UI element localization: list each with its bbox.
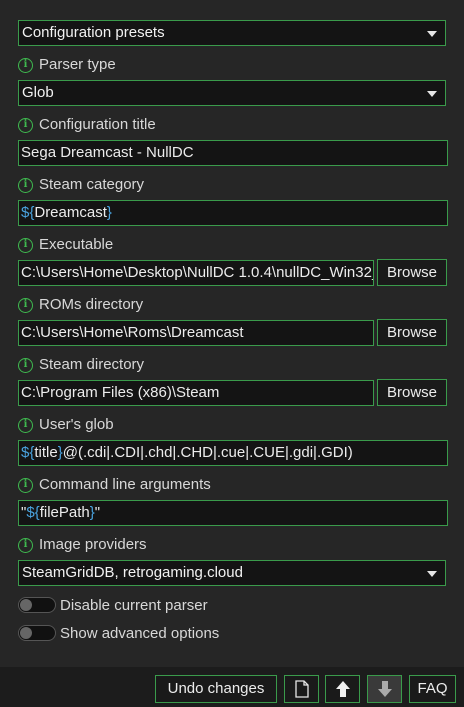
advanced-options-label: Show advanced options <box>60 624 220 642</box>
roms-directory-browse-button[interactable]: Browse <box>377 319 447 346</box>
move-up-button[interactable] <box>325 675 360 703</box>
roms-directory-input[interactable]: C:\Users\Home\Roms\Dreamcast <box>18 320 374 346</box>
variable-name: filePath <box>39 504 90 521</box>
command-line-arguments-label: Command line arguments <box>39 476 211 493</box>
info-icon[interactable]: i <box>18 117 33 133</box>
advanced-options-toggle[interactable] <box>18 625 56 641</box>
disable-parser-toggle[interactable] <box>18 597 56 613</box>
undo-changes-button[interactable]: Undo changes <box>155 675 277 703</box>
steam-category-input[interactable]: ${Dreamcast} <box>18 200 448 226</box>
roms-directory-label-row: i ROMs directory <box>18 295 143 315</box>
glob-pattern: @(.cdi|.CDI|.chd|.CHD|.cue|.CUE|.gdi|.GD… <box>62 444 353 461</box>
executable-browse-button[interactable]: Browse <box>377 259 447 286</box>
configuration-title-input[interactable]: Sega Dreamcast - NullDC <box>18 140 448 166</box>
info-icon[interactable]: i <box>18 477 33 493</box>
variable-open: ${ <box>26 504 40 521</box>
image-providers-label: Image providers <box>39 536 147 553</box>
chevron-down-icon <box>427 571 437 577</box>
copy-button[interactable] <box>284 675 319 703</box>
steam-directory-value: C:\Program Files (x86)\Steam <box>21 384 220 401</box>
info-icon[interactable]: i <box>18 297 33 313</box>
parser-type-label-row: i Parser type <box>18 55 116 75</box>
steam-category-label: Steam category <box>39 176 145 193</box>
info-icon[interactable]: i <box>18 237 33 253</box>
document-icon <box>294 680 309 698</box>
users-glob-label: User's glob <box>39 416 114 433</box>
variable-name: title <box>34 444 58 461</box>
disable-parser-label: Disable current parser <box>60 596 208 614</box>
advanced-options-row: Show advanced options <box>18 623 219 643</box>
chevron-down-icon <box>427 31 437 37</box>
image-providers-label-row: i Image providers <box>18 535 147 555</box>
arrow-up-icon <box>335 681 350 697</box>
steam-category-label-row: i Steam category <box>18 175 144 195</box>
variable-open: ${ <box>21 444 35 461</box>
executable-input[interactable]: C:\Users\Home\Desktop\NullDC 1.0.4\nullD… <box>18 260 374 286</box>
roms-directory-value: C:\Users\Home\Roms\Dreamcast <box>21 324 244 341</box>
disable-parser-row: Disable current parser <box>18 595 208 615</box>
steam-directory-browse-button[interactable]: Browse <box>377 379 447 406</box>
parser-type-select[interactable]: Glob <box>18 80 446 106</box>
quote-close: " <box>94 504 101 521</box>
variable-open: ${ <box>21 204 35 221</box>
executable-value: C:\Users\Home\Desktop\NullDC 1.0.4\nullD… <box>21 264 374 281</box>
users-glob-input[interactable]: ${title}@(.cdi|.CDI|.chd|.CHD|.cue|.CUE|… <box>18 440 448 466</box>
roms-directory-label: ROMs directory <box>39 296 144 313</box>
parser-type-value: Glob <box>22 84 54 101</box>
configuration-title-value: Sega Dreamcast - NullDC <box>21 144 194 161</box>
info-icon[interactable]: i <box>18 417 33 433</box>
arrow-down-icon <box>377 681 392 697</box>
image-providers-select[interactable]: SteamGridDB, retrogaming.cloud <box>18 560 446 586</box>
info-icon[interactable]: i <box>18 537 33 553</box>
steam-directory-input[interactable]: C:\Program Files (x86)\Steam <box>18 380 374 406</box>
variable-name: Dreamcast <box>34 204 107 221</box>
info-icon[interactable]: i <box>18 357 33 373</box>
info-icon[interactable]: i <box>18 57 33 73</box>
steam-directory-label-row: i Steam directory <box>18 355 144 375</box>
users-glob-label-row: i User's glob <box>18 415 114 435</box>
toggle-knob <box>20 627 32 639</box>
image-providers-value: SteamGridDB, retrogaming.cloud <box>22 564 243 581</box>
configuration-title-label-row: i Configuration title <box>18 115 156 135</box>
move-down-button[interactable] <box>367 675 402 703</box>
parser-type-label: Parser type <box>39 56 116 73</box>
command-line-arguments-input[interactable]: "${filePath}" <box>18 500 448 526</box>
executable-label-row: i Executable <box>18 235 113 255</box>
info-icon[interactable]: i <box>18 177 33 193</box>
variable-close: } <box>106 204 112 221</box>
steam-directory-label: Steam directory <box>39 356 145 373</box>
configuration-presets-select[interactable]: Configuration presets <box>18 20 446 46</box>
faq-button[interactable]: FAQ <box>409 675 456 703</box>
chevron-down-icon <box>427 91 437 97</box>
executable-label: Executable <box>39 236 114 253</box>
configuration-presets-value: Configuration presets <box>22 24 165 41</box>
command-line-arguments-label-row: i Command line arguments <box>18 475 211 495</box>
parser-config-panel: Configuration presets i Parser type Glob… <box>0 0 464 667</box>
configuration-title-label: Configuration title <box>39 116 156 133</box>
toggle-knob <box>20 599 32 611</box>
